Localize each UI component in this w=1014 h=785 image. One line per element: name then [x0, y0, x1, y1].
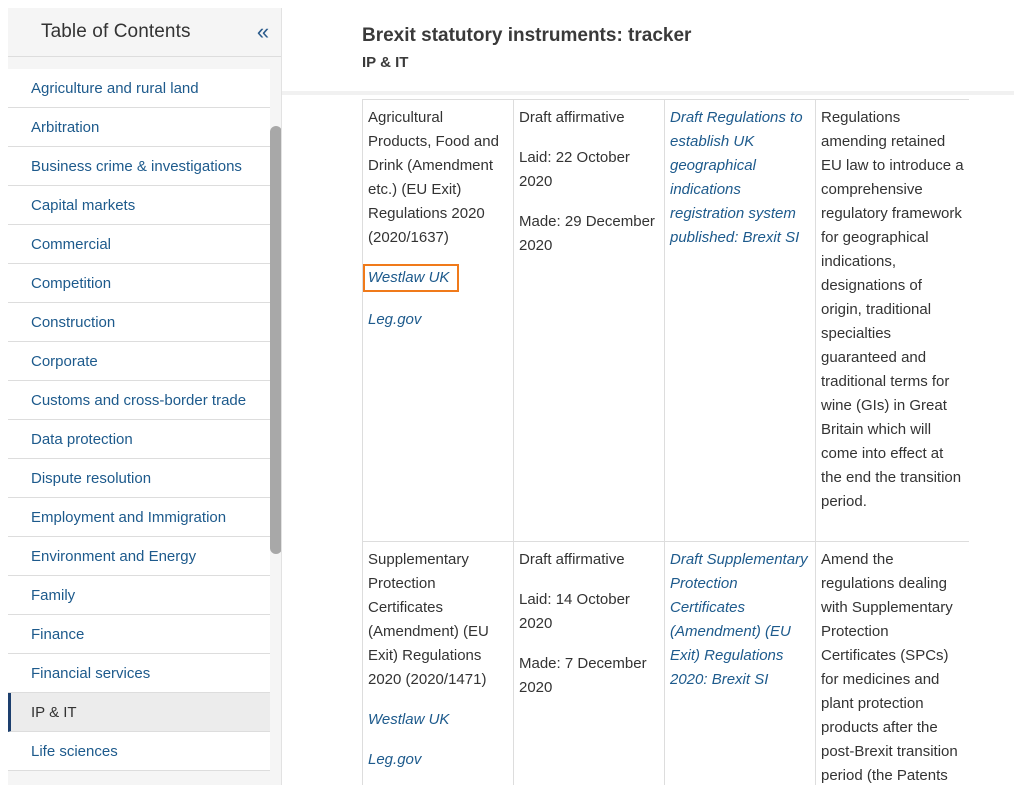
instrument-cell: Agricultural Products, Food and Drink (A…	[362, 99, 514, 542]
toc-title: Table of Contents	[41, 21, 191, 42]
laid-date: Laid: 14 October 2020	[519, 591, 630, 632]
page-title: Brexit statutory instruments: tracker	[362, 25, 692, 46]
toc-item-customs[interactable]: Customs and cross-border trade	[8, 381, 270, 420]
summary-text: Amend the regulations dealing with Suppl…	[821, 551, 958, 784]
table-row: Agricultural Products, Food and Drink (A…	[362, 99, 969, 542]
toc-item-dispute-resolution[interactable]: Dispute resolution	[8, 459, 270, 498]
summary-cell: Regulations amending retained EU law to …	[815, 99, 969, 542]
article-link[interactable]: Draft Regulations to establish UK geogra…	[670, 109, 803, 246]
article-cell: Draft Regulations to establish UK geogra…	[664, 99, 816, 542]
instrument-cell: Supplementary Protection Certificates (A…	[362, 541, 514, 785]
procedure-type: Draft affirmative	[519, 109, 625, 126]
procedure-cell: Draft affirmative Laid: 14 October 2020 …	[513, 541, 665, 785]
made-date: Made: 29 December 2020	[519, 213, 655, 254]
toc-item-employment[interactable]: Employment and Immigration	[8, 498, 270, 537]
procedure-type: Draft affirmative	[519, 551, 625, 568]
toc-item-environment[interactable]: Environment and Energy	[8, 537, 270, 576]
toc-item-business-crime[interactable]: Business crime & investigations	[8, 147, 270, 186]
toc-item-life-sciences[interactable]: Life sciences	[8, 732, 270, 771]
toc-item-competition[interactable]: Competition	[8, 264, 270, 303]
toc-item-commercial[interactable]: Commercial	[8, 225, 270, 264]
article-link[interactable]: Draft Supplementary Protection Certifica…	[670, 551, 808, 688]
made-date: Made: 7 December 2020	[519, 655, 647, 696]
table-of-contents-sidebar: Table of Contents « Agriculture and rura…	[8, 8, 282, 785]
westlaw-uk-link[interactable]: Westlaw UK	[368, 711, 449, 728]
toc-item-arbitration[interactable]: Arbitration	[8, 108, 270, 147]
summary-text: Regulations amending retained EU law to …	[821, 109, 964, 510]
toc-item-family[interactable]: Family	[8, 576, 270, 615]
toc-item-capital-markets[interactable]: Capital markets	[8, 186, 270, 225]
toc-header: Table of Contents «	[8, 8, 281, 57]
instrument-name: Agricultural Products, Food and Drink (A…	[368, 109, 499, 246]
toc-item-construction[interactable]: Construction	[8, 303, 270, 342]
article-cell: Draft Supplementary Protection Certifica…	[664, 541, 816, 785]
toc-item-financial-services[interactable]: Financial services	[8, 654, 270, 693]
page-header: Brexit statutory instruments: tracker IP…	[282, 8, 1014, 95]
leg-gov-link[interactable]: Leg.gov	[368, 311, 421, 328]
toc-item-corporate[interactable]: Corporate	[8, 342, 270, 381]
tracker-table: Agricultural Products, Food and Drink (A…	[362, 99, 969, 785]
page-subtitle: IP & IT	[362, 54, 409, 71]
table-row: Supplementary Protection Certificates (A…	[362, 541, 969, 785]
summary-cell: Amend the regulations dealing with Suppl…	[815, 541, 969, 785]
tracker-table-container: Agricultural Products, Food and Drink (A…	[362, 99, 969, 785]
laid-date: Laid: 22 October 2020	[519, 149, 630, 190]
toc-item-agriculture[interactable]: Agriculture and rural land	[8, 69, 270, 108]
toc-item-finance[interactable]: Finance	[8, 615, 270, 654]
toc-list: Agriculture and rural land Arbitration B…	[8, 69, 270, 771]
procedure-cell: Draft affirmative Laid: 22 October 2020 …	[513, 99, 665, 542]
westlaw-uk-link[interactable]: Westlaw UK	[363, 264, 460, 292]
scrollbar-thumb[interactable]	[270, 126, 281, 554]
toc-item-data-protection[interactable]: Data protection	[8, 420, 270, 459]
leg-gov-link[interactable]: Leg.gov	[368, 751, 421, 768]
sidebar-scrollbar[interactable]	[270, 126, 281, 554]
toc-item-ip-it[interactable]: IP & IT	[8, 693, 270, 732]
collapse-chevron-icon[interactable]: «	[253, 21, 273, 43]
instrument-name: Supplementary Protection Certificates (A…	[368, 551, 489, 688]
